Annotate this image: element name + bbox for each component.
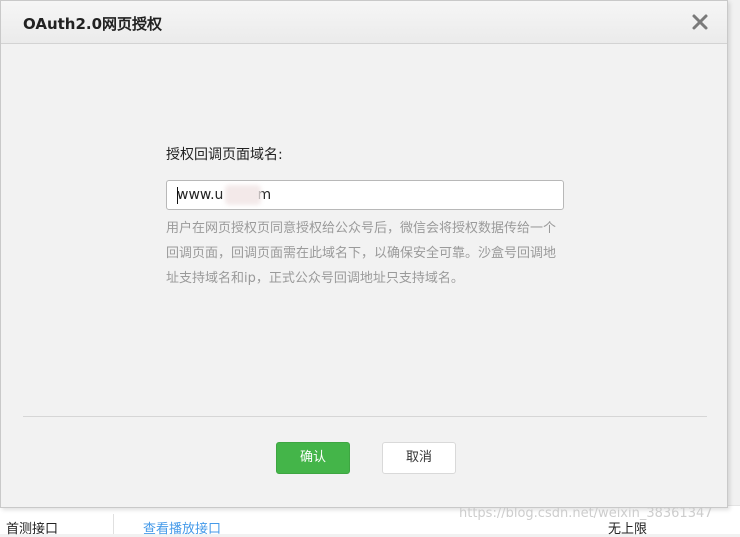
oauth-dialog: OAuth2.0网页授权 授权回调页面域名: 用户在网页授权页同意授权给公众号后… [0,0,728,508]
background-divider [113,514,114,534]
confirm-button[interactable]: 确认 [276,442,350,474]
watermark: https://blog.csdn.net/weixin_38361347 [459,506,713,521]
redacted-mask [225,185,261,205]
help-text: 用户在网页授权页同意授权给公众号后，微信会将授权数据传给一个回调页面，回调页面需… [166,221,557,286]
footer-divider [23,416,707,417]
dialog-header: OAuth2.0网页授权 [1,1,727,44]
close-icon[interactable] [691,13,709,31]
field-label: 授权回调页面域名: [166,147,283,163]
dialog-title: OAuth2.0网页授权 [23,15,163,33]
background-link[interactable]: 查看播放接口 [143,518,221,537]
cancel-button[interactable]: 取消 [382,442,456,474]
text-cursor [177,187,178,204]
background-row-label: 首测接口 [6,522,59,537]
